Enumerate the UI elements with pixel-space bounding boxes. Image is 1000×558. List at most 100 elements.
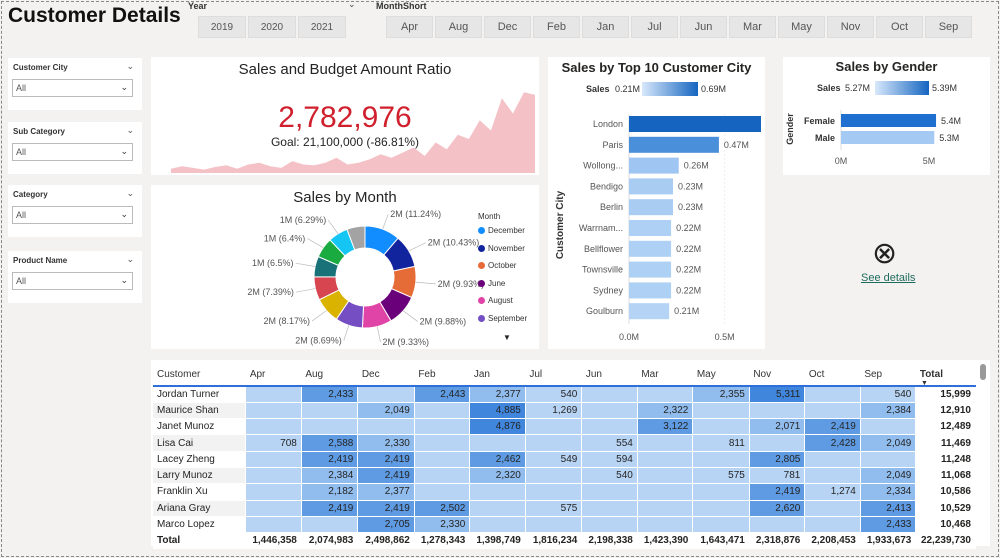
- month-option-sep[interactable]: Sep: [925, 16, 972, 38]
- sales-cell: [692, 418, 750, 436]
- donut-leader-line: [408, 242, 426, 252]
- sales-by-gender-card[interactable]: Sales by Gender Sales 5.27M 5.39M Gender Fem…: [783, 57, 990, 175]
- month-option-jan[interactable]: Jan: [582, 16, 629, 38]
- sales-cell: 2,330: [414, 516, 471, 534]
- column-header-dec[interactable]: Dec: [357, 364, 415, 387]
- gender-bar: [841, 131, 935, 144]
- year-slicer-label: Year: [188, 1, 208, 11]
- table-row[interactable]: Ariana Gray 2,419 2,419 2,502 575 2,620 2,413 1…: [153, 500, 976, 517]
- kpi-card[interactable]: Sales and Budget Amount Ratio 2,782,976 …: [151, 57, 539, 175]
- column-header-may[interactable]: May: [692, 364, 750, 387]
- month-option-nov[interactable]: Nov: [827, 16, 874, 38]
- month-option-jun[interactable]: Jun: [680, 16, 727, 38]
- legend-item-august[interactable]: August: [478, 296, 513, 305]
- sales-cell: 2,419: [804, 418, 861, 436]
- gender-tick-label: Female: [804, 116, 835, 126]
- month-option-mar[interactable]: Mar: [729, 16, 776, 38]
- table-row[interactable]: Janet Munoz 4,876 3,122 2,071 2,419 12,489: [153, 418, 976, 436]
- column-header-apr[interactable]: Apr: [245, 364, 302, 387]
- month-option-may[interactable]: May: [778, 16, 825, 38]
- sales-cell: [414, 434, 471, 452]
- table-row[interactable]: Lisa Cai 708 2,588 2,330 554 811 2,428 2,049 11,…: [153, 434, 976, 452]
- column-header-oct[interactable]: Oct: [804, 364, 861, 387]
- month-option-oct[interactable]: Oct: [876, 16, 923, 38]
- legend-item-december[interactable]: December: [478, 226, 525, 235]
- column-header-aug[interactable]: Aug: [301, 364, 358, 387]
- chevron-down-icon[interactable]: ⌄: [126, 61, 134, 72]
- see-details-link[interactable]: See details: [861, 272, 915, 284]
- legend-item-october[interactable]: October: [478, 261, 516, 270]
- column-header-jul[interactable]: Jul: [525, 364, 582, 387]
- filter-value: All: [16, 147, 27, 157]
- customer-name-cell: Lacey Zheng: [153, 451, 247, 468]
- sales-cell: [469, 483, 526, 501]
- city-tick-label: Goulburn: [586, 306, 623, 316]
- row-total-cell: 10,468: [915, 516, 976, 534]
- table-row[interactable]: Franklin Xu 2,182 2,377 2,419 1,274 2,334 10,5…: [153, 483, 976, 501]
- chevron-down-icon[interactable]: ⌄: [126, 254, 134, 265]
- column-header-customer[interactable]: Customer: [153, 364, 246, 387]
- donut-leader-line: [402, 310, 418, 322]
- filter-select[interactable]: All ⌄: [12, 272, 133, 290]
- filter-select[interactable]: All ⌄: [12, 79, 133, 97]
- month-option-jul[interactable]: Jul: [631, 16, 678, 38]
- filter-select[interactable]: All ⌄: [12, 143, 133, 161]
- kpi-goal: Goal: 21,100,000 (-86.81%): [270, 135, 420, 149]
- legend-dot: [478, 279, 485, 287]
- chevron-down-icon: ⌄: [120, 275, 128, 285]
- table-row[interactable]: Maurice Shan 2,049 4,885 1,269 2,322 2,384 12,…: [153, 402, 976, 420]
- chevron-down-icon[interactable]: ⌄: [348, 0, 356, 10]
- gender-x-tick: 0M: [835, 156, 848, 166]
- donut-leader-line: [311, 310, 327, 322]
- legend-item-june[interactable]: June: [478, 279, 505, 288]
- column-header-mar[interactable]: Mar: [637, 364, 693, 387]
- sales-cell: [245, 451, 302, 468]
- sales-by-city-card[interactable]: Sales by Top 10 Customer City Sales 0.21M…: [548, 57, 765, 349]
- month-option-feb[interactable]: Feb: [533, 16, 580, 38]
- matrix-scrollbar[interactable]: [980, 364, 986, 380]
- column-header-nov[interactable]: Nov: [749, 364, 805, 387]
- sales-cell: [357, 418, 415, 436]
- legend-item-november[interactable]: November: [478, 244, 525, 253]
- table-row[interactable]: Lacey Zheng 2,419 2,419 2,462 549 594 2,805 11,…: [153, 451, 976, 468]
- sales-by-month-card[interactable]: Sales by Month 2M (11.24%) 2M (10.43%) 2M …: [151, 185, 539, 349]
- sales-cell: [581, 386, 638, 403]
- column-header-jun[interactable]: Jun: [581, 364, 638, 387]
- column-header-sep[interactable]: Sep: [860, 364, 916, 387]
- close-circle-icon[interactable]: ⊗: [872, 239, 897, 269]
- month-option-apr[interactable]: Apr: [386, 16, 433, 38]
- month-slicer-label: MonthShort: [376, 1, 427, 11]
- column-header-jan[interactable]: Jan: [469, 364, 526, 387]
- year-option-2021[interactable]: 2021: [298, 16, 346, 38]
- filter-select[interactable]: All ⌄: [12, 206, 133, 224]
- legend-dot: [478, 244, 485, 252]
- legend-item-september[interactable]: September: [478, 314, 527, 323]
- month-option-dec[interactable]: Dec: [484, 16, 531, 38]
- table-row[interactable]: Larry Munoz 2,384 2,419 2,320 540 575 781 2,049…: [153, 467, 976, 485]
- city-data-label: 0.23M: [678, 181, 703, 191]
- chevron-down-icon[interactable]: ⌄: [126, 188, 134, 199]
- legend-more-icon[interactable]: ▼: [503, 333, 511, 342]
- year-slicer: 2019 2020 2021: [198, 16, 346, 38]
- donut-data-label: 2M (9.33%): [383, 337, 430, 347]
- row-total-cell: 11,248: [915, 451, 976, 468]
- donut-data-label: 2M (11.24%): [390, 209, 441, 219]
- chevron-down-icon[interactable]: ⌄: [126, 125, 134, 136]
- column-total-cell: 1,423,390: [637, 532, 694, 550]
- city-x-tick: 0.5M: [715, 332, 735, 342]
- sales-cell: [245, 386, 302, 403]
- table-row[interactable]: Marco Lopez 2,705 2,330 2,433 10,468: [153, 516, 976, 534]
- sort-desc-icon[interactable]: ▼: [921, 380, 928, 387]
- sales-cell: 2,049: [860, 467, 917, 485]
- year-option-2019[interactable]: 2019: [198, 16, 246, 38]
- row-total-cell: 11,469: [915, 434, 976, 452]
- column-header-feb[interactable]: Feb: [414, 364, 470, 387]
- gender-y-axis-label: Gender: [785, 113, 795, 145]
- year-option-2020[interactable]: 2020: [248, 16, 296, 38]
- sales-cell: [414, 451, 471, 468]
- column-header-total[interactable]: Total▼: [915, 364, 976, 387]
- chevron-down-icon: ⌄: [120, 82, 128, 92]
- month-option-aug[interactable]: Aug: [435, 16, 482, 38]
- table-row[interactable]: Jordan Turner 2,433 2,443 2,377 540 2,355 5,31…: [153, 386, 976, 403]
- filter-label: Product Name: [13, 256, 68, 265]
